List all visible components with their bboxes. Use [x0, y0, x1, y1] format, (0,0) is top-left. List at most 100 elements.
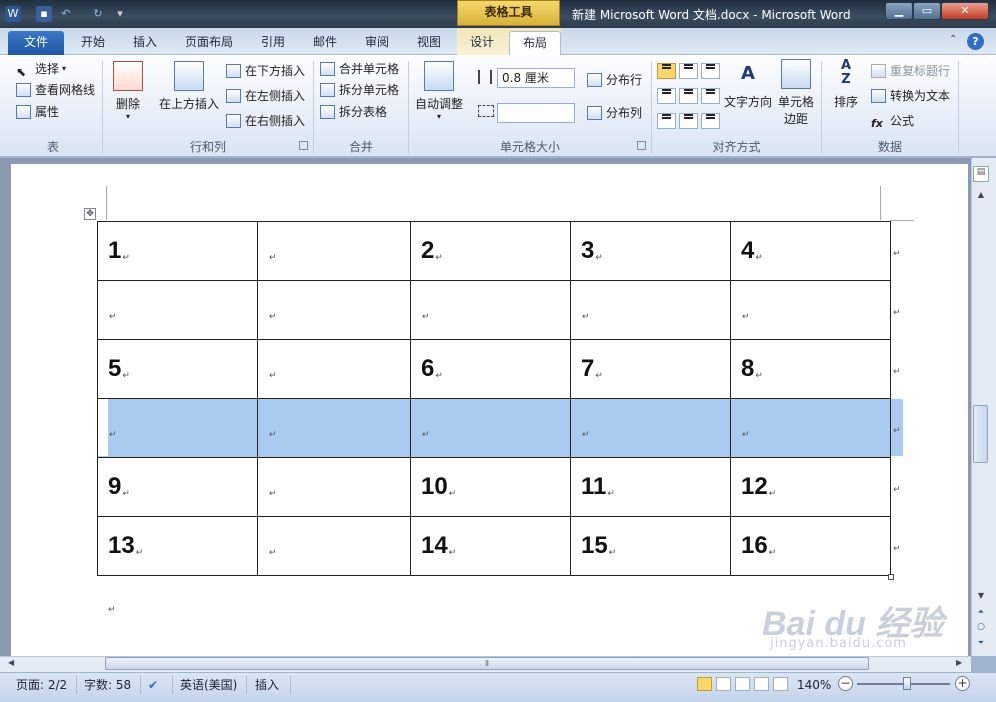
redo-icon[interactable]: ↻: [90, 6, 106, 22]
table-cell[interactable]: ↵: [97, 398, 258, 458]
table-cell[interactable]: ↵: [730, 280, 891, 340]
language-indicator[interactable]: 英语(美国): [180, 676, 237, 694]
insert-right-button[interactable]: 在右侧插入: [226, 111, 305, 131]
align-top-right-button[interactable]: [701, 63, 720, 79]
tab-file[interactable]: 文件: [8, 31, 64, 55]
distribute-columns-button[interactable]: 分布列: [587, 103, 642, 123]
tab-insert[interactable]: 插入: [128, 31, 162, 55]
close-button[interactable]: ✕: [941, 2, 989, 20]
tab-design[interactable]: 设计: [465, 31, 499, 55]
web-layout-view-icon[interactable]: [735, 677, 750, 691]
scroll-up-icon[interactable]: ▲: [973, 190, 989, 204]
repeat-header-rows-button[interactable]: 重复标题行: [871, 61, 950, 81]
tab-layout[interactable]: 布局: [509, 31, 561, 55]
table-cell[interactable]: 15↵: [570, 516, 731, 576]
distribute-rows-button[interactable]: 分布行: [587, 70, 642, 90]
table-cell[interactable]: 4↵: [730, 221, 891, 281]
outline-view-icon[interactable]: [754, 677, 769, 691]
table-cell[interactable]: ↵: [257, 280, 411, 340]
cell-size-dialog-launcher-icon[interactable]: [637, 141, 646, 150]
table-cell[interactable]: ↵: [410, 280, 571, 340]
customize-qat-icon[interactable]: ▾: [112, 6, 128, 22]
align-top-center-button[interactable]: [679, 63, 698, 79]
table-cell[interactable]: 12↵: [730, 457, 891, 517]
next-page-icon[interactable]: ⏷: [973, 638, 989, 652]
insert-below-button[interactable]: 在下方插入: [226, 61, 305, 81]
minimize-ribbon-icon[interactable]: ⌃: [949, 34, 961, 46]
undo-icon[interactable]: ↶: [58, 6, 74, 22]
align-middle-left-button[interactable]: [657, 88, 676, 104]
insert-above-button[interactable]: 在上方插入: [156, 61, 222, 112]
table-cell[interactable]: 3↵: [570, 221, 731, 281]
cell-height-input[interactable]: 0.8 厘米: [497, 68, 575, 88]
text-direction-button[interactable]: A 文字方向: [723, 59, 773, 110]
tab-view[interactable]: 视图: [412, 31, 446, 55]
previous-page-icon[interactable]: ⏶: [973, 607, 989, 621]
page-indicator[interactable]: 页面: 2/2: [16, 676, 67, 694]
zoom-slider-thumb[interactable]: [903, 677, 911, 690]
merge-cells-button[interactable]: 合并单元格: [320, 59, 399, 79]
table-cell[interactable]: 6↵: [410, 339, 571, 399]
table-cell[interactable]: ↵: [97, 280, 258, 340]
table-cell[interactable]: 1↵: [97, 221, 258, 281]
tab-home[interactable]: 开始: [76, 31, 110, 55]
tab-mailings[interactable]: 邮件: [308, 31, 342, 55]
rows-cols-dialog-launcher-icon[interactable]: [299, 141, 308, 150]
table-row[interactable]: 1↵ ↵ 2↵ 3↵ 4↵: [97, 221, 891, 281]
tab-review[interactable]: 审阅: [360, 31, 394, 55]
table-cell[interactable]: ↵: [730, 398, 891, 458]
table-cell[interactable]: ↵: [257, 398, 411, 458]
select-browse-object-icon[interactable]: ○: [973, 622, 989, 636]
table-move-handle-icon[interactable]: ✥: [84, 208, 96, 220]
table-cell[interactable]: 11↵: [570, 457, 731, 517]
tab-page-layout[interactable]: 页面布局: [180, 31, 238, 55]
autofit-button[interactable]: 自动调整 ▾: [413, 61, 465, 121]
align-bottom-left-button[interactable]: [657, 113, 676, 129]
tab-references[interactable]: 引用: [256, 31, 290, 55]
maximize-button[interactable]: ▭: [913, 2, 941, 20]
cell-width-input[interactable]: [497, 103, 575, 123]
table-cell[interactable]: ↵: [257, 516, 411, 576]
table-row[interactable]: 9↵ ↵ 10↵ 11↵ 12↵: [97, 457, 891, 517]
table-resize-handle[interactable]: [888, 574, 894, 580]
table-cell[interactable]: 16↵: [730, 516, 891, 576]
convert-to-text-button[interactable]: 转换为文本: [871, 86, 950, 106]
table-cell[interactable]: 13↵: [97, 516, 258, 576]
align-bottom-center-button[interactable]: [679, 113, 698, 129]
scroll-down-icon[interactable]: ▼: [973, 591, 989, 605]
delete-button[interactable]: 删除 ▾: [108, 61, 148, 121]
align-bottom-right-button[interactable]: [701, 113, 720, 129]
table-cell[interactable]: ↵: [257, 339, 411, 399]
vertical-scroll-thumb[interactable]: [973, 405, 988, 463]
table-cell[interactable]: 2↵: [410, 221, 571, 281]
align-top-left-button[interactable]: [657, 63, 676, 79]
table-row[interactable]: ↵ ↵ ↵ ↵ ↵: [97, 398, 891, 458]
print-layout-view-icon[interactable]: [697, 677, 712, 691]
table-cell[interactable]: 9↵: [97, 457, 258, 517]
cell-margins-button[interactable]: 单元格 边距: [775, 59, 817, 127]
align-middle-center-button[interactable]: [679, 88, 698, 104]
zoom-in-button[interactable]: +: [955, 676, 970, 691]
horizontal-scroll-thumb[interactable]: ⦀: [105, 657, 869, 670]
view-gridlines-button[interactable]: 查看网格线: [16, 80, 95, 100]
full-screen-reading-view-icon[interactable]: [716, 677, 731, 691]
help-icon[interactable]: ?: [967, 33, 984, 50]
zoom-level[interactable]: 140%: [797, 676, 831, 694]
table-cell[interactable]: 14↵: [410, 516, 571, 576]
word-count[interactable]: 字数: 58: [84, 676, 131, 694]
table-cell[interactable]: 8↵: [730, 339, 891, 399]
properties-button[interactable]: 属性: [16, 102, 59, 122]
table-cell[interactable]: ↵: [570, 280, 731, 340]
table-cell[interactable]: 7↵: [570, 339, 731, 399]
table-cell[interactable]: 5↵: [97, 339, 258, 399]
draft-view-icon[interactable]: [773, 677, 788, 691]
word-app-icon[interactable]: W: [5, 6, 21, 22]
insert-left-button[interactable]: 在左侧插入: [226, 86, 305, 106]
zoom-out-button[interactable]: −: [838, 676, 853, 691]
minimize-button[interactable]: ▁: [885, 2, 913, 20]
insert-mode-indicator[interactable]: 插入: [255, 676, 279, 694]
table-row[interactable]: 13↵ ↵ 14↵ 15↵ 16↵: [97, 516, 891, 576]
table-cell[interactable]: ↵: [257, 457, 411, 517]
table-cell[interactable]: ↵: [570, 398, 731, 458]
scroll-right-icon[interactable]: ▶: [956, 658, 968, 670]
